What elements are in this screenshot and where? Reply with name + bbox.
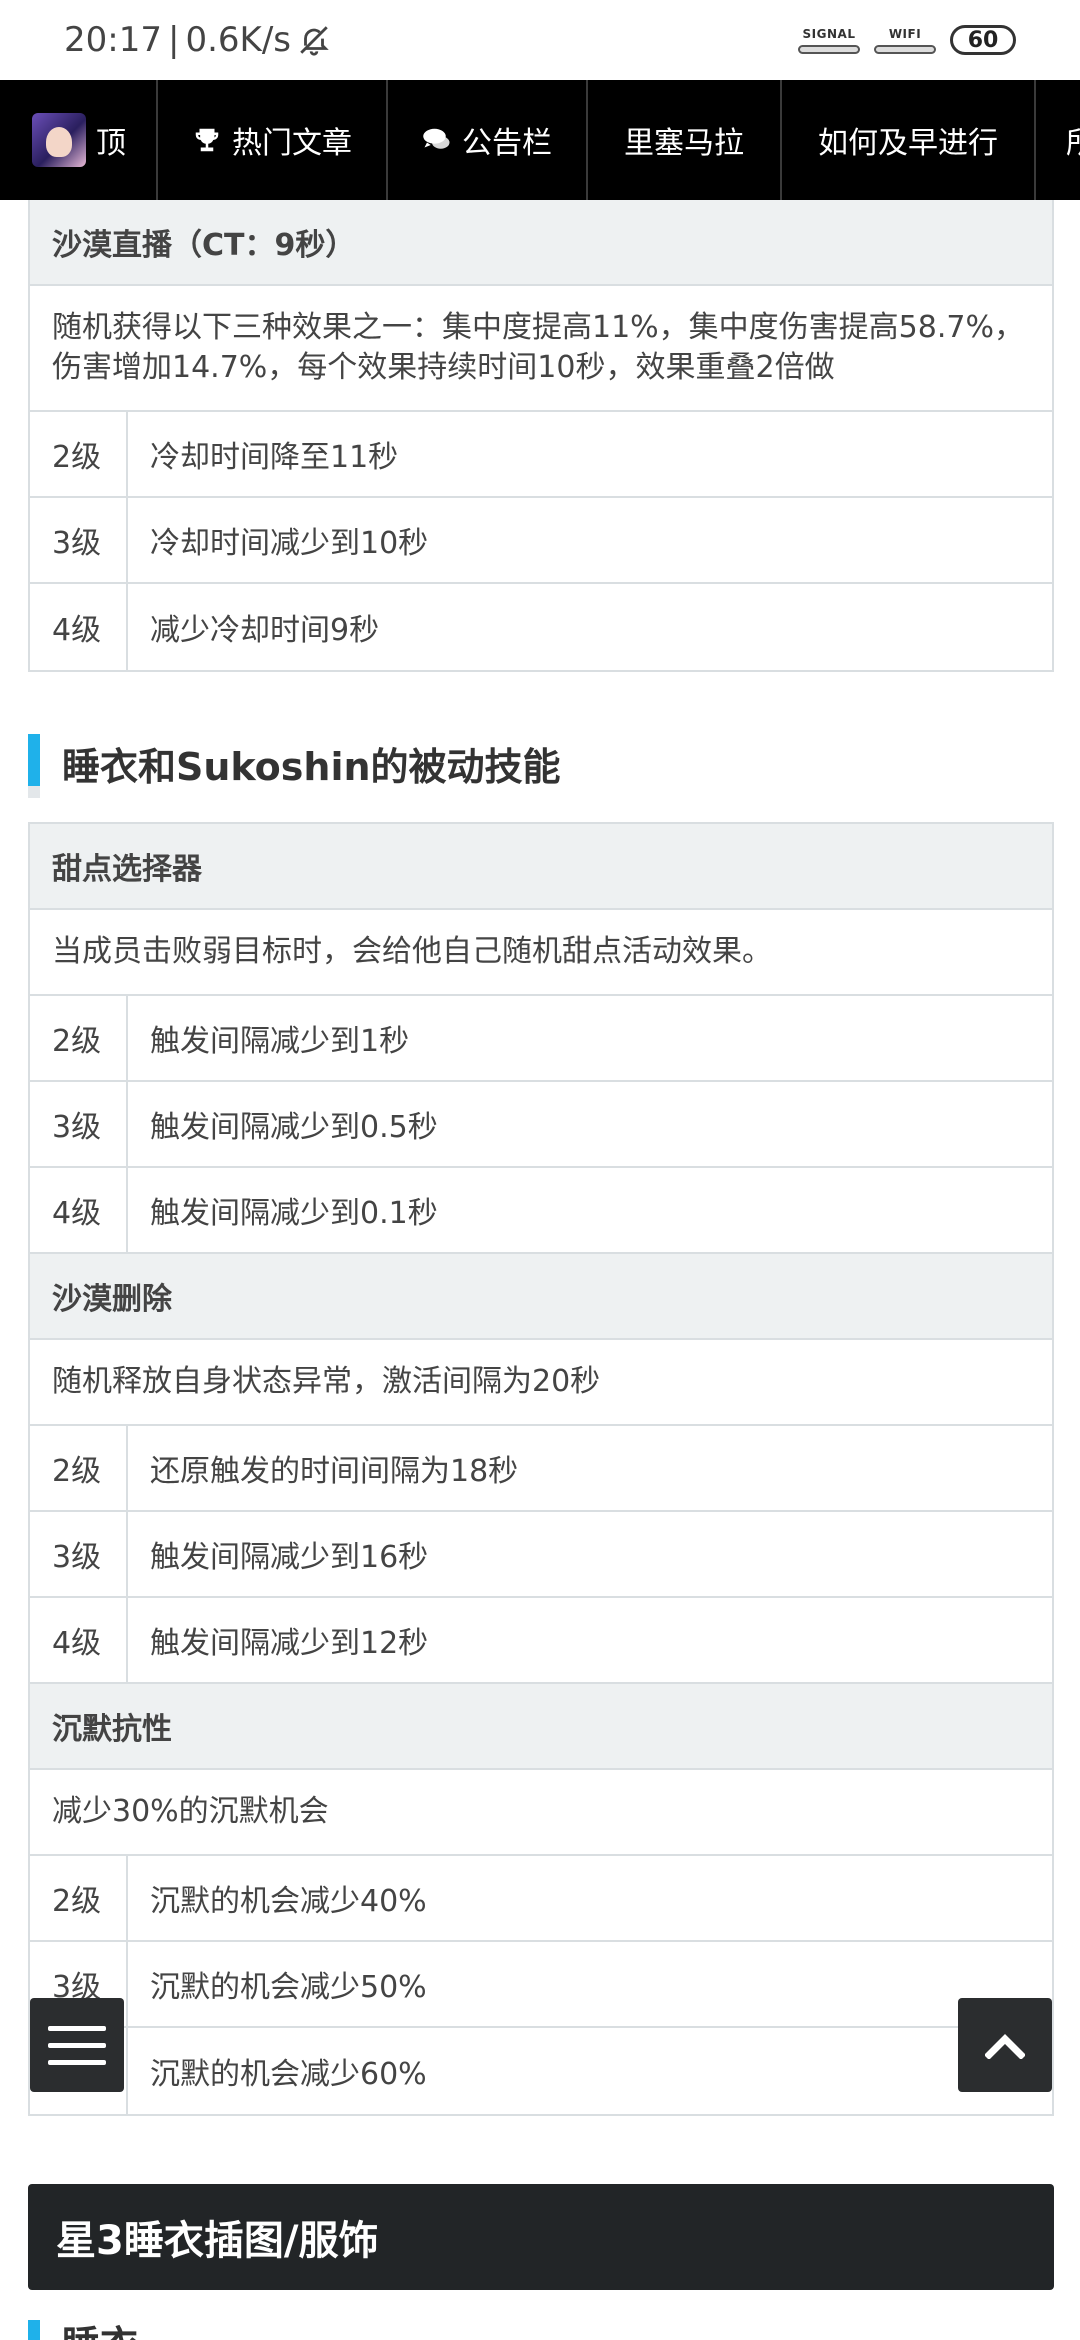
skill-table-passive: 甜点选择器 当成员击败弱目标时，会给他自己随机甜点活动效果。 2级 触发间隔减少… xyxy=(28,822,1054,2116)
skill-description-text: 减少30%的沉默机会 xyxy=(52,1794,329,1829)
section-accent-bar xyxy=(28,2320,40,2340)
level-cell: 4级 xyxy=(30,584,128,670)
wifi-label: WIFI xyxy=(888,26,922,41)
level-cell: 3级 xyxy=(30,1082,128,1166)
skill-name: 沉默抗性 xyxy=(52,1712,172,1747)
clock: 20:17 xyxy=(64,20,162,60)
level-effect: 减少冷却时间9秒 xyxy=(150,613,380,648)
nav-item-bulletin[interactable]: 公告栏 xyxy=(388,80,588,200)
section-heading-passive: 睡衣和Sukoshin的被动技能 xyxy=(28,728,1054,798)
table-row: 3级 沉默的机会减少50% xyxy=(30,1942,1052,2028)
skill-header: 沉默抗性 xyxy=(30,1684,1052,1770)
level-effect: 沉默的机会减少60% xyxy=(150,2057,427,2092)
status-right: SIGNAL WIFI 60 xyxy=(798,25,1016,55)
level-cell: 4级 xyxy=(30,1598,128,1682)
skill-header: 沙漠直播（CT：9秒） xyxy=(30,200,1052,286)
skill-description-text: 随机释放自身状态异常，激活间隔为20秒 xyxy=(52,1364,601,1399)
section-accent-shadow xyxy=(28,786,40,798)
skill-name: 甜点选择器 xyxy=(52,852,202,887)
section-title: 睡衣和Sukoshin的被动技能 xyxy=(62,744,561,789)
comments-icon xyxy=(422,125,452,155)
nav-item-popular[interactable]: 热门文章 xyxy=(158,80,388,200)
nav-item-label: 顶 xyxy=(96,126,126,161)
skill-description: 当成员击败弱目标时，会给他自己随机甜点活动效果。 xyxy=(30,910,1052,996)
table-row: 2级 还原触发的时间间隔为18秒 xyxy=(30,1426,1052,1512)
level-cell: 2级 xyxy=(30,1426,128,1510)
skill-description-text: 随机获得以下三种效果之一：集中度提高11%，集中度伤害提高58.7%，伤害增加1… xyxy=(52,310,1024,385)
table-row: 4级 减少冷却时间9秒 xyxy=(30,584,1052,670)
nav-item-early-progress[interactable]: 如何及早进行 xyxy=(782,80,1036,200)
level-cell: 3级 xyxy=(30,498,128,582)
level-effect: 沉默的机会减少40% xyxy=(150,1884,427,1919)
nav-item-reroll[interactable]: 里塞马拉 xyxy=(588,80,782,200)
signal-label: SIGNAL xyxy=(802,26,856,41)
banner-title: 星3睡衣插图/服饰 xyxy=(56,2218,379,2264)
level-cell: 2级 xyxy=(30,1856,128,1940)
section-accent-bar xyxy=(28,734,40,792)
table-row: 3级 冷却时间减少到10秒 xyxy=(30,498,1052,584)
signal-indicator: SIGNAL xyxy=(798,27,860,54)
table-row: 3级 触发间隔减少到16秒 xyxy=(30,1512,1052,1598)
nav-item-all[interactable]: 所 xyxy=(1036,80,1080,200)
level-cell: 3级 xyxy=(30,1512,128,1596)
battery-level: 60 xyxy=(967,27,999,53)
skill-table-active: 沙漠直播（CT：9秒） 随机获得以下三种效果之一：集中度提高11%，集中度伤害提… xyxy=(28,200,1054,672)
level-effect: 触发间隔减少到16秒 xyxy=(150,1540,429,1575)
level-effect: 触发间隔减少到0.1秒 xyxy=(150,1196,438,1231)
trophy-icon xyxy=(192,125,222,155)
main-content: 沙漠直播（CT：9秒） 随机获得以下三种效果之一：集中度提高11%，集中度伤害提… xyxy=(28,200,1054,2116)
nav-item-top[interactable]: 顶 xyxy=(0,80,158,200)
table-row: 4级 触发间隔减少到12秒 xyxy=(30,1598,1052,1684)
level-effect: 触发间隔减少到12秒 xyxy=(150,1626,429,1661)
nav-item-label: 热门文章 xyxy=(232,126,352,161)
menu-button[interactable] xyxy=(30,1998,124,2092)
level-effect: 冷却时间降至11秒 xyxy=(150,440,399,475)
section-heading-pajama: 睡衣 xyxy=(28,2320,1054,2340)
wifi-bar xyxy=(874,44,936,54)
level-effect: 沉默的机会减少50% xyxy=(150,1970,427,2005)
skill-description: 随机获得以下三种效果之一：集中度提高11%，集中度伤害提高58.7%，伤害增加1… xyxy=(30,286,1052,412)
chevron-up-icon xyxy=(985,2034,1025,2059)
skill-name: 沙漠删除 xyxy=(52,1282,172,1317)
hamburger-icon-line xyxy=(48,2025,106,2031)
status-separator: | xyxy=(167,20,180,60)
table-row: 4级 沉默的机会减少60% xyxy=(30,2028,1052,2114)
section-title: 睡衣 xyxy=(62,2320,138,2340)
skill-header: 甜点选择器 xyxy=(30,824,1052,910)
top-nav: 顶 热门文章 公告栏 里塞马拉 如何及早进行 所 xyxy=(0,80,1080,200)
table-row: 2级 沉默的机会减少40% xyxy=(30,1856,1052,1942)
hamburger-icon-line xyxy=(48,2042,106,2048)
avatar xyxy=(32,113,86,167)
table-row: 2级 触发间隔减少到1秒 xyxy=(30,996,1052,1082)
skill-header: 沙漠删除 xyxy=(30,1254,1052,1340)
level-cell: 2级 xyxy=(30,996,128,1080)
table-row: 2级 冷却时间降至11秒 xyxy=(30,412,1052,498)
battery-icon: 60 xyxy=(950,25,1016,55)
hamburger-icon-line xyxy=(48,2059,106,2065)
skill-name: 沙漠直播（CT：9秒） xyxy=(52,228,356,263)
status-left: 20:17 | 0.6K/s xyxy=(64,20,331,60)
gallery-banner: 星3睡衣插图/服饰 xyxy=(28,2184,1054,2290)
nav-item-label: 如何及早进行 xyxy=(818,126,998,161)
nav-item-label: 里塞马拉 xyxy=(624,126,744,161)
signal-bar xyxy=(798,44,860,54)
table-row: 3级 触发间隔减少到0.5秒 xyxy=(30,1082,1052,1168)
nav-item-label: 所 xyxy=(1066,118,1080,162)
skill-description: 随机释放自身状态异常，激活间隔为20秒 xyxy=(30,1340,1052,1426)
network-speed: 0.6K/s xyxy=(185,20,291,60)
nav-item-label: 公告栏 xyxy=(462,126,552,161)
skill-description: 减少30%的沉默机会 xyxy=(30,1770,1052,1856)
level-effect: 触发间隔减少到0.5秒 xyxy=(150,1110,438,1145)
scroll-to-top-button[interactable] xyxy=(958,1998,1052,2092)
table-row: 4级 触发间隔减少到0.1秒 xyxy=(30,1168,1052,1254)
skill-description-text: 当成员击败弱目标时，会给他自己随机甜点活动效果。 xyxy=(52,934,772,969)
bell-muted-icon xyxy=(297,23,331,57)
wifi-indicator: WIFI xyxy=(874,27,936,54)
level-effect: 冷却时间减少到10秒 xyxy=(150,526,429,561)
level-effect: 还原触发的时间间隔为18秒 xyxy=(150,1454,519,1489)
level-cell: 2级 xyxy=(30,412,128,496)
status-bar: 20:17 | 0.6K/s SIGNAL WIFI 60 xyxy=(0,0,1080,80)
level-effect: 触发间隔减少到1秒 xyxy=(150,1024,410,1059)
level-cell: 4级 xyxy=(30,1168,128,1252)
